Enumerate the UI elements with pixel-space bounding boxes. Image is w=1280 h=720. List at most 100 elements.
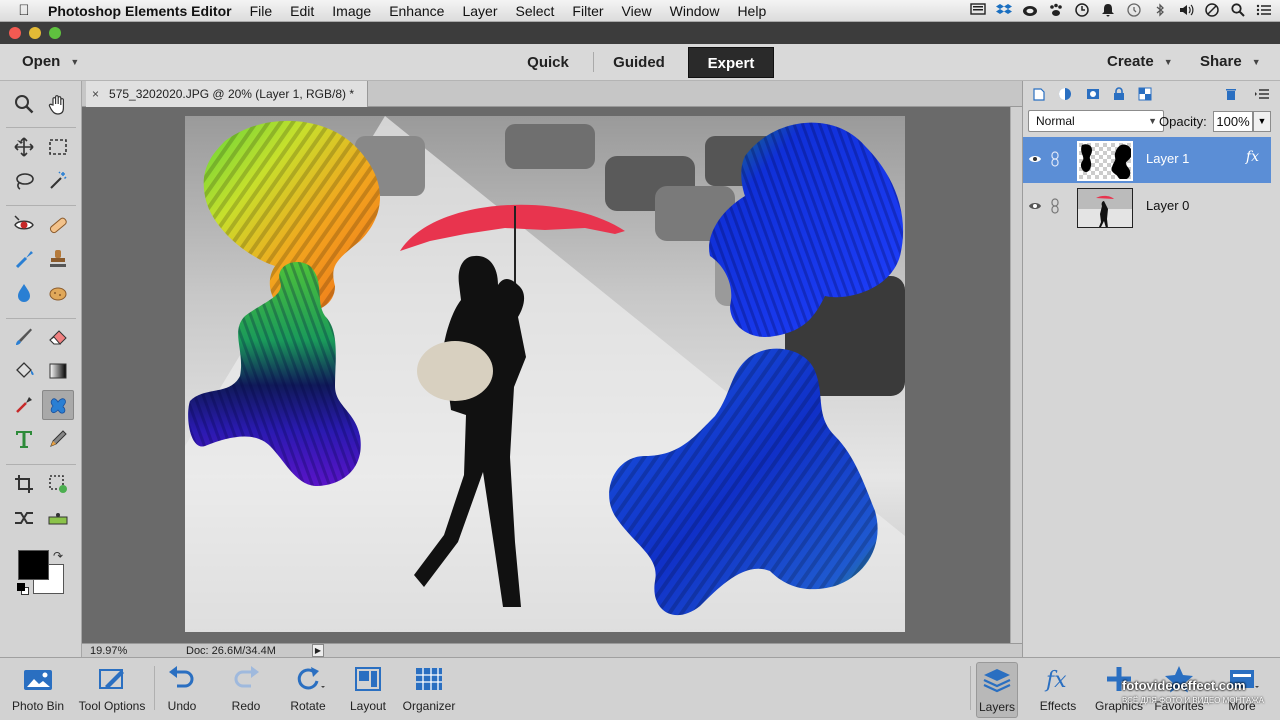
content-aware-move-tool-icon[interactable] xyxy=(8,503,40,533)
zoom-tool-icon[interactable] xyxy=(8,89,40,119)
apple-icon[interactable]:  xyxy=(0,2,48,19)
hand-tool-icon[interactable] xyxy=(42,89,74,119)
layer-row-layer-1[interactable]: Layer 1 fx xyxy=(1023,137,1271,183)
red-eye-tool-icon[interactable] xyxy=(8,210,40,240)
document-tab[interactable]: × 575_3202020.JPG @ 20% (Layer 1, RGB/8) … xyxy=(86,81,368,107)
menu-edit[interactable]: Edit xyxy=(290,3,314,19)
app-name-menu[interactable]: Photoshop Elements Editor xyxy=(48,3,232,19)
crop-tool-icon[interactable] xyxy=(8,469,40,499)
menu-view[interactable]: View xyxy=(622,3,652,19)
sponge-tool-icon[interactable] xyxy=(42,278,74,308)
zoom-level[interactable]: 19.97% xyxy=(90,645,127,657)
effects-label: Effects xyxy=(1039,699,1077,713)
visibility-eye-icon[interactable] xyxy=(1028,152,1042,166)
layer-style-fx-icon[interactable]: fx xyxy=(1246,149,1259,165)
lock-transparent-icon[interactable] xyxy=(1136,85,1154,103)
redo-label: Redo xyxy=(231,699,261,713)
gradient-tool-icon[interactable] xyxy=(42,356,74,386)
eraser-tool-icon[interactable] xyxy=(42,322,74,352)
spotlight-icon[interactable] xyxy=(1230,2,1246,18)
layer-name[interactable]: Layer 0 xyxy=(1146,198,1189,213)
blend-mode-select[interactable]: Normal ▼ xyxy=(1028,110,1164,132)
recompose-tool-icon[interactable] xyxy=(42,469,74,499)
canvas-area[interactable] xyxy=(82,107,1010,643)
volume-icon[interactable] xyxy=(1178,2,1194,18)
opacity-input[interactable]: 100% xyxy=(1213,111,1253,132)
swap-colors-icon[interactable]: ↷ xyxy=(53,549,63,563)
organizer-button[interactable]: Organizer xyxy=(398,662,460,718)
paint-bucket-tool-icon[interactable] xyxy=(8,356,40,386)
vertical-scrollbar[interactable] xyxy=(1010,107,1022,643)
layout-button[interactable]: Layout xyxy=(344,662,392,718)
sync-icon[interactable] xyxy=(1204,2,1220,18)
time-machine-icon[interactable] xyxy=(1126,2,1142,18)
clock-icon[interactable] xyxy=(1074,2,1090,18)
share-dropdown-icon[interactable]: ▼ xyxy=(1252,57,1261,67)
menu-filter[interactable]: Filter xyxy=(572,3,603,19)
smart-brush-tool-icon[interactable] xyxy=(8,244,40,274)
menu-help[interactable]: Help xyxy=(737,3,766,19)
zoom-window-button[interactable] xyxy=(49,27,61,39)
move-tool-icon[interactable] xyxy=(8,132,40,162)
lasso-tool-icon[interactable] xyxy=(8,166,40,196)
lock-all-icon[interactable] xyxy=(1110,85,1128,103)
minimize-window-button[interactable] xyxy=(29,27,41,39)
custom-shape-tool-icon[interactable] xyxy=(42,390,74,420)
menu-file[interactable]: File xyxy=(250,3,273,19)
pencil-tool-icon[interactable] xyxy=(42,424,74,454)
brush-tool-icon[interactable] xyxy=(8,322,40,352)
layers-panel-button[interactable]: Layers xyxy=(976,662,1018,718)
eyedropper-tool-icon[interactable] xyxy=(8,390,40,420)
mode-guided-button[interactable]: Guided xyxy=(600,47,678,78)
paw-icon[interactable] xyxy=(1048,2,1064,18)
visibility-eye-icon[interactable] xyxy=(1028,199,1042,213)
straighten-tool-icon[interactable] xyxy=(42,503,74,533)
tool-options-button[interactable]: Tool Options xyxy=(72,662,152,718)
panel-menu-icon[interactable] xyxy=(1254,85,1272,103)
create-dropdown-icon[interactable]: ▼ xyxy=(1164,57,1173,67)
default-colors-icon[interactable] xyxy=(17,583,29,595)
undo-button[interactable]: Undo xyxy=(160,662,204,718)
dropbox-icon[interactable] xyxy=(996,2,1012,18)
link-chain-icon[interactable] xyxy=(1050,151,1060,167)
delete-layer-icon[interactable] xyxy=(1222,85,1240,103)
layer-mask-icon[interactable] xyxy=(1084,85,1102,103)
share-button[interactable]: Share ▼ xyxy=(1200,53,1261,70)
effects-panel-button[interactable]: fx Effects xyxy=(1036,662,1080,718)
clone-stamp-tool-icon[interactable] xyxy=(42,244,74,274)
create-button[interactable]: Create ▼ xyxy=(1107,53,1173,70)
layer-row-layer-0[interactable]: Layer 0 xyxy=(1023,184,1271,230)
marquee-tool-icon[interactable] xyxy=(42,132,74,162)
status-menu-arrow-icon[interactable]: ▶ xyxy=(312,644,324,657)
redo-button[interactable]: Redo xyxy=(224,662,268,718)
foreground-color-swatch[interactable] xyxy=(18,550,49,580)
adjustment-layer-icon[interactable] xyxy=(1056,85,1074,103)
link-chain-icon[interactable] xyxy=(1050,198,1060,214)
menu-select[interactable]: Select xyxy=(516,3,555,19)
spot-healing-tool-icon[interactable] xyxy=(42,210,74,240)
type-tool-icon[interactable] xyxy=(8,424,40,454)
image-canvas[interactable] xyxy=(185,116,905,632)
close-document-icon[interactable]: × xyxy=(92,87,99,101)
notification-icon[interactable] xyxy=(1100,2,1116,18)
creative-cloud-icon[interactable] xyxy=(1022,2,1038,18)
menu-image[interactable]: Image xyxy=(332,3,371,19)
menu-window[interactable]: Window xyxy=(670,3,720,19)
new-layer-icon[interactable] xyxy=(1030,85,1048,103)
mode-expert-button[interactable]: Expert xyxy=(688,47,774,78)
photo-bin-button[interactable]: Photo Bin xyxy=(8,662,68,718)
blur-tool-icon[interactable] xyxy=(8,278,40,308)
layer-name[interactable]: Layer 1 xyxy=(1146,151,1189,166)
open-button[interactable]: Open ▼ xyxy=(22,53,79,70)
opacity-dropdown-icon[interactable]: ▼ xyxy=(1253,111,1271,132)
menu-enhance[interactable]: Enhance xyxy=(389,3,444,19)
mode-quick-button[interactable]: Quick xyxy=(512,47,584,78)
close-window-button[interactable] xyxy=(9,27,21,39)
rotate-button[interactable]: Rotate xyxy=(284,662,332,718)
open-dropdown-icon[interactable]: ▼ xyxy=(70,57,79,67)
magic-wand-tool-icon[interactable] xyxy=(42,166,74,196)
menu-layer[interactable]: Layer xyxy=(462,3,497,19)
display-icon[interactable] xyxy=(970,2,986,18)
list-icon[interactable] xyxy=(1256,2,1272,18)
bluetooth-icon[interactable] xyxy=(1152,2,1168,18)
